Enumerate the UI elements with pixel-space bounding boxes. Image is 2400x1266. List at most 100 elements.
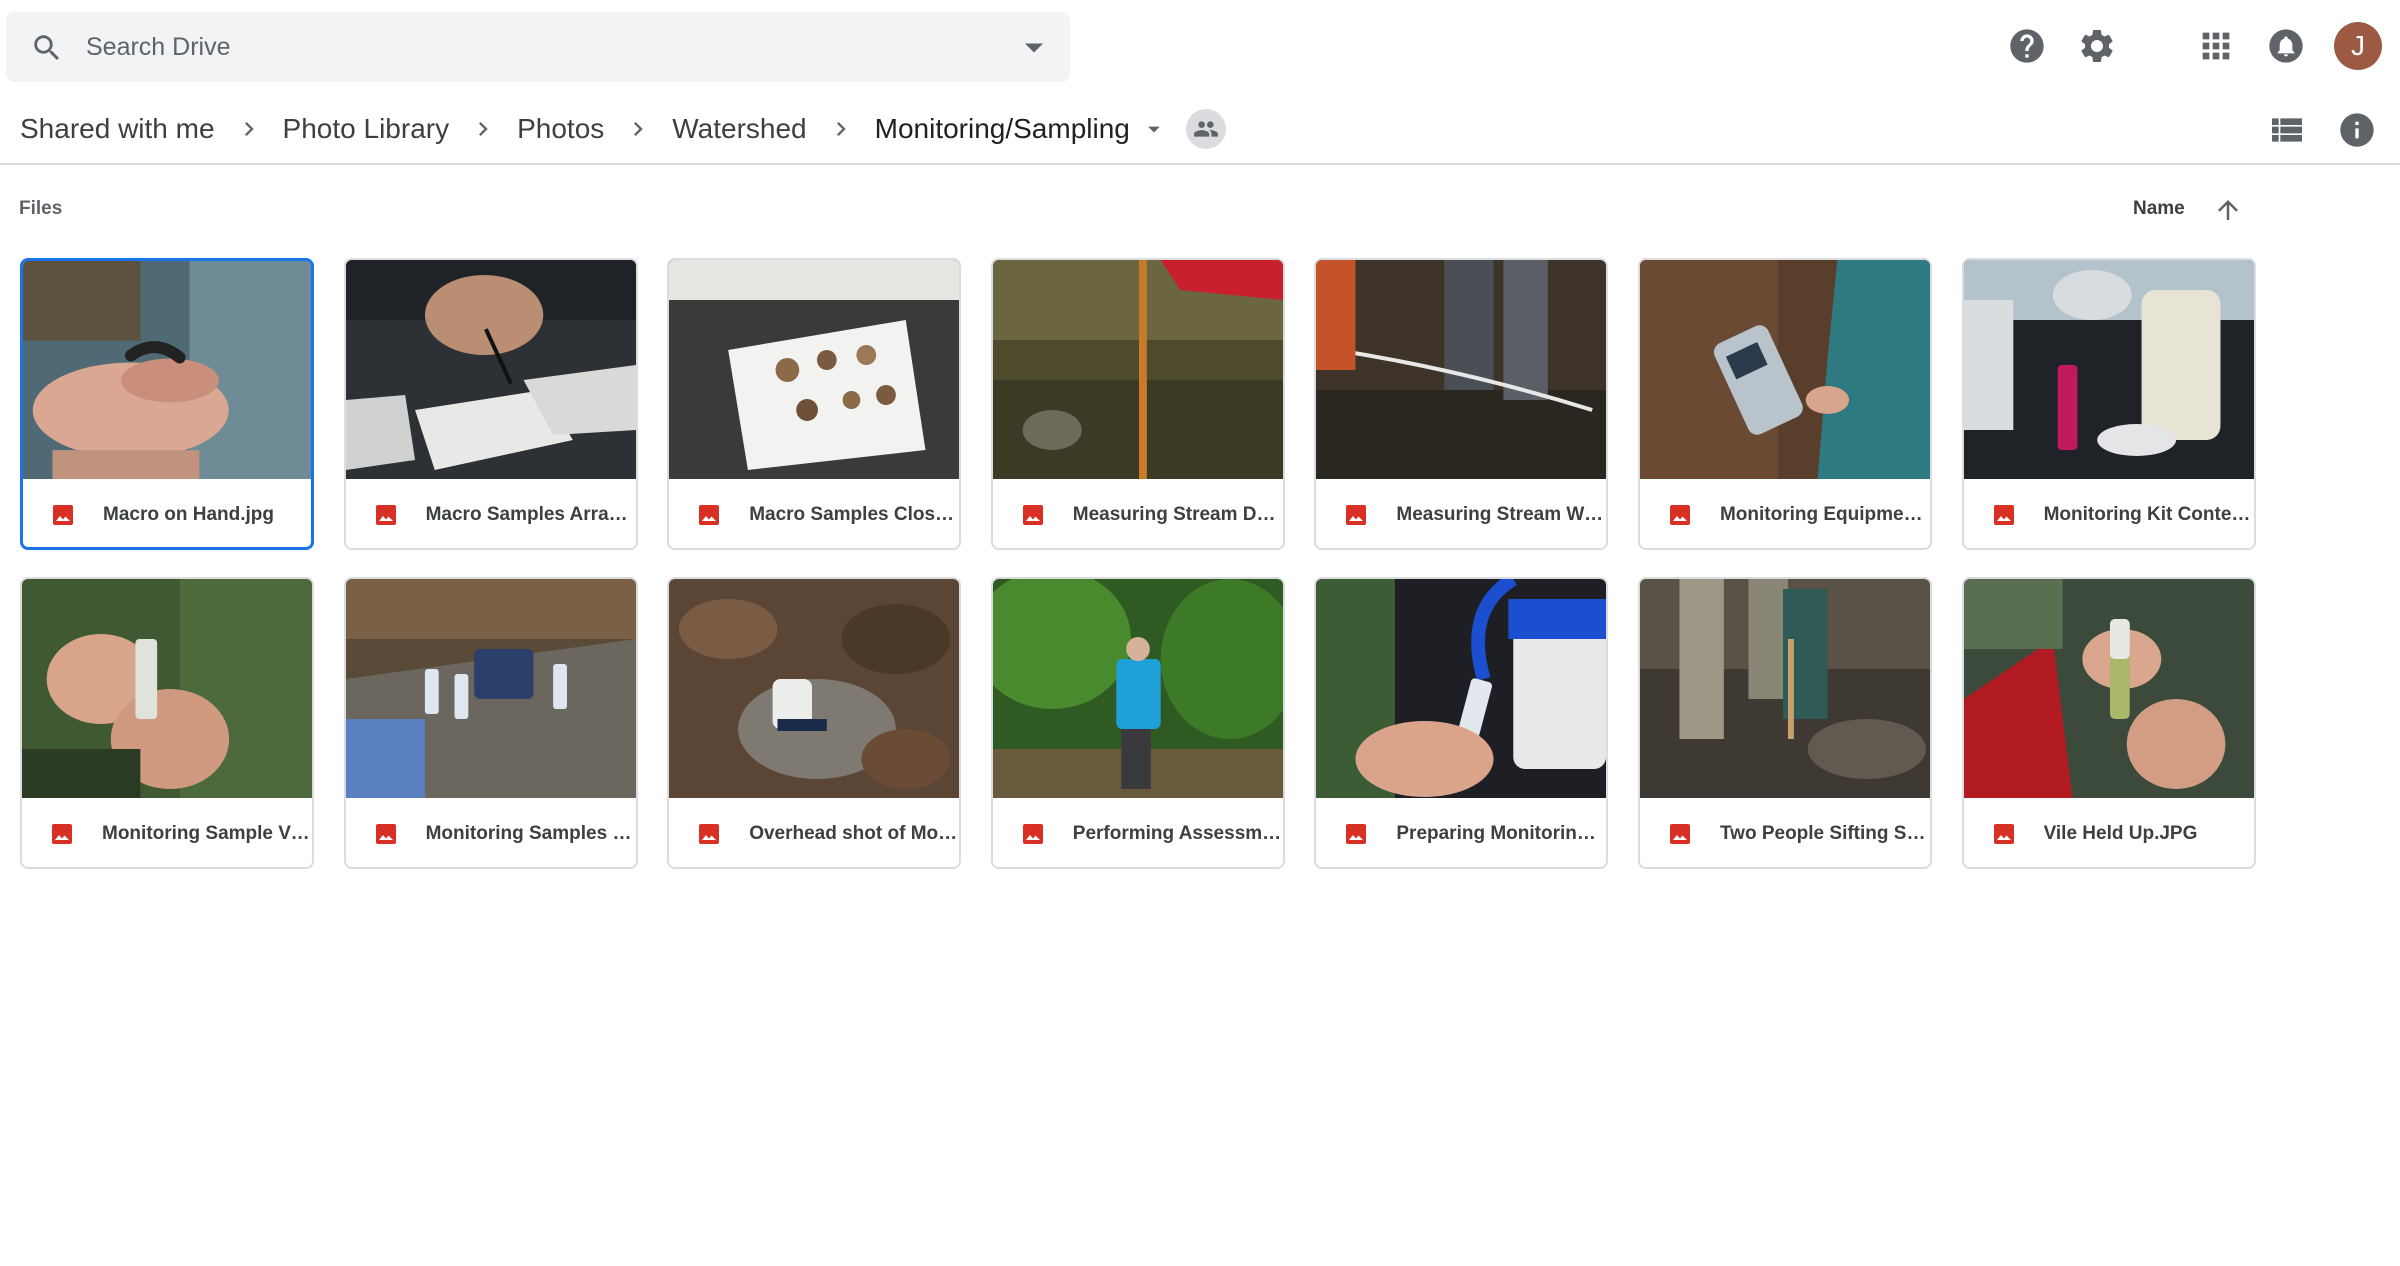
file-label: Performing Assessment.jpg bbox=[993, 798, 1283, 867]
file-name: Two People Sifting Stream.jpg bbox=[1719, 822, 1930, 844]
avatar[interactable]: J bbox=[2334, 22, 2382, 70]
chevron-down-icon[interactable] bbox=[1140, 115, 1168, 143]
bell-icon[interactable] bbox=[2266, 26, 2306, 66]
help-icon[interactable] bbox=[2007, 26, 2047, 66]
image-file-icon bbox=[1346, 823, 1367, 844]
file-label: Monitoring Samples Lined Up.jpg bbox=[346, 798, 636, 867]
file-thumbnail[interactable] bbox=[1963, 260, 2254, 479]
header-divider bbox=[0, 163, 2400, 165]
file-name: Macro Samples Arranged on Tray.jpg bbox=[425, 503, 636, 525]
file-card[interactable]: Monitoring Kit Contents.jpg bbox=[1961, 258, 2256, 550]
file-thumbnail[interactable] bbox=[1639, 260, 1930, 479]
image-file-icon bbox=[375, 823, 396, 844]
file-card[interactable]: Measuring Stream Depth.jpg bbox=[990, 258, 1285, 550]
chevron-right-icon bbox=[836, 122, 846, 136]
image-file-icon bbox=[1669, 504, 1690, 525]
file-thumbnail[interactable] bbox=[1316, 579, 1607, 798]
file-label: Preparing Monitoring Sample.jpg bbox=[1316, 798, 1607, 867]
file-label: Measuring Stream Depth.jpg bbox=[993, 479, 1283, 548]
top-bar: J bbox=[0, 0, 2400, 92]
image-file-icon bbox=[1669, 823, 1690, 844]
file-card[interactable]: Measuring Stream Width.jpg bbox=[1314, 258, 1609, 550]
file-thumbnail[interactable] bbox=[1639, 579, 1930, 798]
file-card[interactable]: Two People Sifting Stream.jpg bbox=[1637, 577, 1932, 869]
file-name: Monitoring Equipment.jpg bbox=[1719, 503, 1930, 525]
file-thumbnail[interactable] bbox=[992, 579, 1283, 798]
file-card[interactable]: Macro on Hand.jpg bbox=[20, 258, 314, 550]
file-card[interactable]: Monitoring Equipment.jpg bbox=[1637, 258, 1932, 550]
file-card[interactable]: Monitoring Sample Vial.jpg bbox=[20, 577, 314, 869]
file-name: Macro Samples Close Up.jpg bbox=[749, 503, 959, 525]
list-view-icon[interactable] bbox=[2267, 110, 2307, 150]
file-card[interactable]: Macro Samples Close Up.jpg bbox=[667, 258, 962, 550]
file-name: Measuring Stream Width.jpg bbox=[1396, 503, 1607, 525]
chevron-right-icon bbox=[244, 122, 254, 136]
shared-folder-badge[interactable] bbox=[1185, 109, 1226, 149]
file-card[interactable]: Vile Held Up.JPG bbox=[1961, 577, 2256, 869]
image-file-icon bbox=[699, 823, 720, 844]
people-icon bbox=[1193, 121, 1218, 137]
chevron-right-icon bbox=[634, 122, 643, 136]
file-thumbnail[interactable] bbox=[1963, 579, 2254, 798]
breadcrumb-item-photos[interactable]: Photos bbox=[517, 113, 604, 145]
image-file-icon bbox=[1022, 823, 1043, 844]
file-label: Monitoring Equipment.jpg bbox=[1640, 479, 1930, 548]
apps-grid-icon[interactable] bbox=[2196, 26, 2236, 66]
gear-icon[interactable] bbox=[2077, 26, 2117, 66]
file-card[interactable]: Preparing Monitoring Sample.jpg bbox=[1314, 577, 1609, 869]
file-thumbnail[interactable] bbox=[22, 579, 312, 798]
image-file-icon bbox=[1022, 504, 1043, 525]
file-label: Macro Samples Close Up.jpg bbox=[669, 479, 959, 548]
chevron-right-icon bbox=[479, 122, 488, 136]
file-name: Macro on Hand.jpg bbox=[103, 503, 274, 525]
file-thumbnail[interactable] bbox=[669, 260, 960, 479]
file-label: Macro on Hand.jpg bbox=[23, 479, 311, 547]
info-icon[interactable] bbox=[2337, 110, 2377, 150]
search-box[interactable] bbox=[6, 12, 1070, 82]
file-thumbnail[interactable] bbox=[23, 261, 311, 479]
search-input[interactable] bbox=[86, 22, 986, 72]
file-name: Measuring Stream Depth.jpg bbox=[1072, 503, 1283, 525]
file-card[interactable]: Overhead shot of Monitoring Kit.jpg bbox=[667, 577, 962, 869]
file-label: Overhead shot of Monitoring Kit.jpg bbox=[669, 798, 960, 867]
file-name: Vile Held Up.JPG bbox=[2043, 822, 2198, 844]
arrow-up-icon[interactable] bbox=[2213, 195, 2243, 225]
file-thumbnail[interactable] bbox=[669, 579, 960, 798]
image-file-icon bbox=[52, 823, 72, 844]
breadcrumb: Shared with me Photo Library Photos Wate… bbox=[20, 104, 1226, 154]
files-heading: Files bbox=[19, 198, 63, 219]
file-label: Macro Samples Arranged on Tray.jpg bbox=[346, 479, 636, 548]
file-name: Monitoring Samples Lined Up.jpg bbox=[425, 822, 636, 844]
file-card[interactable]: Performing Assessment.jpg bbox=[990, 577, 1285, 869]
breadcrumb-item-shared-with-me[interactable]: Shared with me bbox=[20, 113, 215, 145]
file-label: Vile Held Up.JPG bbox=[1964, 798, 2254, 867]
file-name: Monitoring Kit Contents.jpg bbox=[2043, 503, 2254, 525]
image-file-icon bbox=[53, 504, 73, 525]
breadcrumb-item-watershed[interactable]: Watershed bbox=[672, 113, 806, 145]
file-thumbnail[interactable] bbox=[345, 260, 636, 479]
file-label: Measuring Stream Width.jpg bbox=[1316, 479, 1607, 548]
file-name: Preparing Monitoring Sample.jpg bbox=[1396, 822, 1607, 844]
file-label: Monitoring Sample Vial.jpg bbox=[22, 798, 312, 867]
file-name: Monitoring Sample Vial.jpg bbox=[102, 822, 312, 844]
file-card[interactable]: Monitoring Samples Lined Up.jpg bbox=[343, 577, 638, 869]
file-name: Performing Assessment.jpg bbox=[1072, 822, 1283, 844]
image-file-icon bbox=[375, 504, 396, 525]
image-file-icon bbox=[1346, 504, 1367, 525]
search-icon[interactable] bbox=[30, 31, 64, 65]
image-file-icon bbox=[699, 504, 720, 525]
file-thumbnail[interactable] bbox=[992, 260, 1283, 479]
sort-by-name-button[interactable]: Name bbox=[2133, 198, 2185, 220]
breadcrumb-item-current-folder[interactable]: Monitoring/Sampling bbox=[875, 113, 1130, 145]
file-label: Two People Sifting Stream.jpg bbox=[1640, 798, 1930, 867]
file-grid: Macro on Hand.jpg Macro Samples Arranged… bbox=[20, 258, 2256, 869]
breadcrumb-item-photo-library[interactable]: Photo Library bbox=[283, 113, 450, 145]
file-name: Overhead shot of Monitoring Kit.jpg bbox=[749, 822, 960, 844]
file-label: Monitoring Kit Contents.jpg bbox=[1964, 479, 2254, 548]
image-file-icon bbox=[1993, 823, 2014, 844]
search-options-dropdown-icon[interactable] bbox=[1016, 36, 1052, 60]
file-thumbnail[interactable] bbox=[1316, 260, 1607, 479]
file-card[interactable]: Macro Samples Arranged on Tray.jpg bbox=[343, 258, 638, 550]
file-thumbnail[interactable] bbox=[345, 579, 636, 798]
image-file-icon bbox=[1993, 504, 2014, 525]
